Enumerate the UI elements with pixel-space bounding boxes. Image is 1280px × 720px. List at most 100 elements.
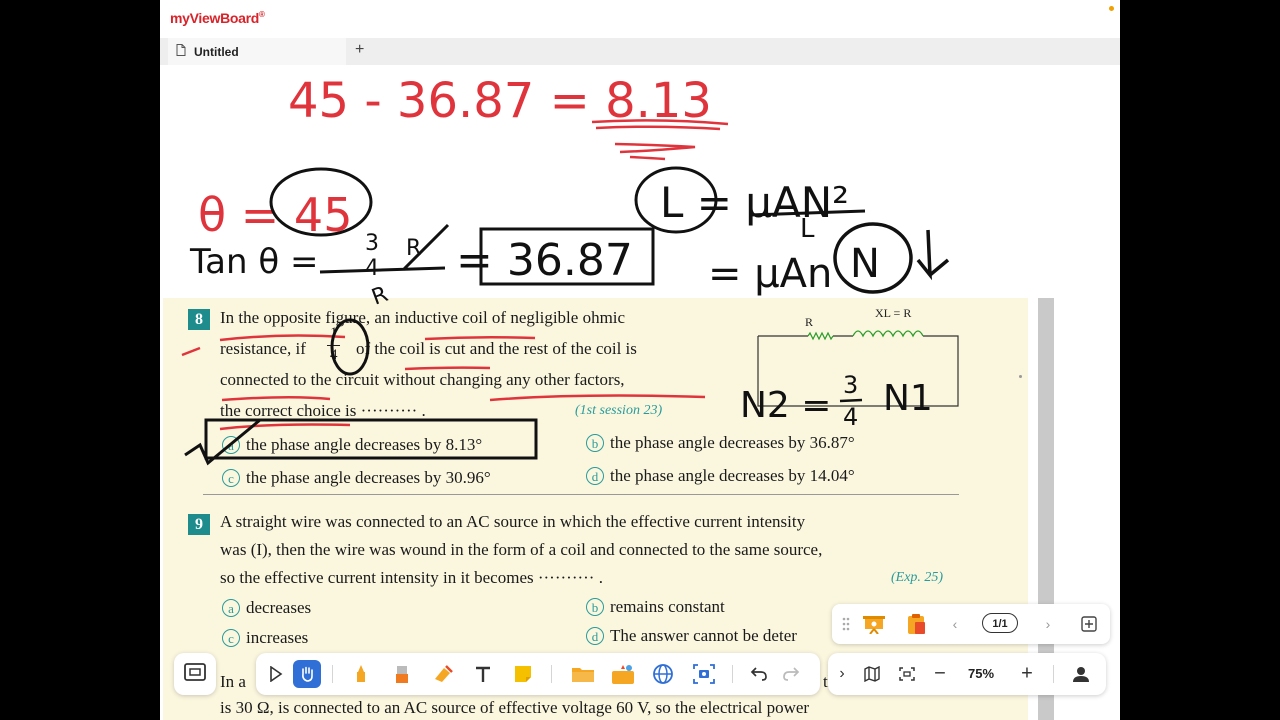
zoom-out-button[interactable]: − bbox=[934, 663, 946, 686]
pan-hand-icon[interactable] bbox=[293, 660, 321, 688]
toolbar-divider bbox=[551, 665, 552, 683]
ink-circle-n bbox=[833, 222, 913, 294]
ink-n: N bbox=[850, 241, 880, 287]
title-bar: myViewBoard® bbox=[160, 0, 1120, 38]
app-logo: myViewBoard® bbox=[170, 10, 265, 26]
sticky-note-icon[interactable] bbox=[513, 664, 533, 684]
tab-untitled[interactable]: Untitled bbox=[168, 38, 346, 65]
q9-option-d[interactable]: d The answer cannot be deter bbox=[586, 626, 797, 646]
inductor-label: XL = R bbox=[875, 306, 912, 320]
option-letter: b bbox=[586, 434, 604, 452]
ink-tan: Tan θ = bbox=[189, 242, 318, 282]
arrow-down-icon bbox=[916, 229, 950, 281]
tab-label: Untitled bbox=[194, 44, 239, 59]
ink-result: = 36.87 bbox=[456, 235, 633, 286]
q9-line-3: so the effective current intensity in it… bbox=[220, 568, 603, 587]
q9-line-1: A straight wire was connected to an AC s… bbox=[220, 512, 806, 531]
media-library-icon[interactable] bbox=[611, 663, 635, 685]
option-letter: c bbox=[222, 629, 240, 647]
toolbar-divider bbox=[332, 665, 333, 683]
q8-fraction-num: 1 bbox=[330, 325, 338, 341]
map-icon[interactable] bbox=[864, 666, 880, 682]
tab-bar: Untitled + bbox=[160, 38, 1120, 65]
option-text: the phase angle decreases by 30.96° bbox=[246, 468, 491, 487]
zoom-level[interactable]: 75% bbox=[968, 666, 994, 681]
option-text: the phase angle decreases by 8.13° bbox=[246, 435, 483, 454]
ink-mu-an: = μAn bbox=[708, 251, 832, 297]
q9-option-b[interactable]: b remains constant bbox=[586, 597, 725, 617]
screenshot-icon[interactable] bbox=[693, 664, 715, 684]
ink-circle-l bbox=[634, 166, 718, 234]
undo-icon[interactable] bbox=[750, 666, 768, 682]
fit-screen-icon[interactable] bbox=[899, 667, 915, 681]
main-toolbar bbox=[256, 653, 820, 695]
new-tab-button[interactable]: + bbox=[355, 41, 364, 59]
q9-option-a[interactable]: a decreases bbox=[222, 598, 311, 618]
page-indicator[interactable]: 1/1 bbox=[982, 613, 1018, 633]
option-text: increases bbox=[246, 628, 309, 647]
q10-line-2: is 30 Ω, is connected to an AC source of… bbox=[220, 698, 810, 717]
option-text: the phase angle decreases by 36.87° bbox=[610, 433, 855, 452]
q8-fraction-den: 4 bbox=[330, 347, 338, 363]
ink-tan-r: R bbox=[406, 236, 421, 261]
ink-inductance-den: L bbox=[800, 214, 815, 244]
folder-icon[interactable] bbox=[571, 665, 595, 683]
notification-dot bbox=[1109, 6, 1114, 11]
ink-tan-den: 4 bbox=[365, 256, 379, 281]
option-letter: c bbox=[222, 469, 240, 487]
ink-underline bbox=[591, 119, 729, 161]
web-browser-icon[interactable] bbox=[652, 663, 674, 685]
q10-line-1-start: In a bbox=[220, 672, 246, 691]
q8-option-b[interactable]: b the phase angle decreases by 36.87° bbox=[586, 433, 855, 453]
option-text: the phase angle decreases by 14.04° bbox=[610, 466, 855, 485]
zoom-toolbar: › − 75% + bbox=[828, 653, 1106, 695]
clipboard-icon[interactable] bbox=[906, 613, 926, 635]
ink-result-box bbox=[479, 227, 655, 286]
add-page-icon[interactable] bbox=[1081, 616, 1097, 632]
previous-page-icon[interactable]: ‹ bbox=[953, 616, 958, 632]
option-text: remains constant bbox=[610, 597, 725, 616]
option-letter: d bbox=[586, 467, 604, 485]
fraction-bar bbox=[327, 345, 340, 346]
zoom-in-button[interactable]: + bbox=[1021, 663, 1033, 686]
highlighter-icon[interactable] bbox=[394, 664, 410, 684]
q8-line-3: connected to the circuit without changin… bbox=[220, 370, 625, 389]
q9-option-c[interactable]: c increases bbox=[222, 628, 308, 648]
q8-option-a[interactable]: a the phase angle decreases by 8.13° bbox=[222, 435, 482, 455]
ink-inductance: L = μAN² bbox=[660, 178, 849, 227]
next-page-icon[interactable]: › bbox=[1046, 616, 1051, 632]
toolbar-divider bbox=[1053, 665, 1054, 683]
eraser-icon[interactable] bbox=[432, 664, 454, 684]
q8-source: (1st session 23) bbox=[575, 403, 663, 418]
option-text: The answer cannot be deter bbox=[610, 626, 797, 645]
option-letter: d bbox=[586, 627, 604, 645]
ink-circle-45 bbox=[269, 167, 373, 237]
question-8-number: 8 bbox=[188, 309, 210, 330]
text-tool-icon[interactable] bbox=[474, 665, 492, 683]
expand-chevron-icon[interactable]: › bbox=[839, 665, 844, 683]
question-divider bbox=[203, 494, 959, 495]
document-icon bbox=[176, 44, 188, 59]
screen-capture-button[interactable] bbox=[174, 653, 216, 695]
option-letter: a bbox=[222, 599, 240, 617]
presentation-icon[interactable] bbox=[863, 614, 885, 634]
user-avatar-icon[interactable] bbox=[1072, 665, 1090, 683]
ink-top-equation: 45 - 36.87 = 8.13 bbox=[288, 73, 712, 129]
option-letter: b bbox=[586, 598, 604, 616]
ink-tan-num: 3 bbox=[365, 231, 379, 256]
circuit-diagram bbox=[757, 330, 959, 407]
toolbar-divider bbox=[732, 665, 733, 683]
q8-line-2b: of the coil is cut and the rest of the c… bbox=[356, 339, 637, 358]
redo-icon[interactable] bbox=[782, 666, 800, 682]
ink-theta: θ = 45 bbox=[198, 188, 352, 242]
ink-fraction-line bbox=[319, 223, 450, 274]
resistor-label: R bbox=[805, 315, 814, 329]
q8-option-d[interactable]: d the phase angle decreases by 14.04° bbox=[586, 466, 855, 486]
pen-icon[interactable] bbox=[354, 664, 368, 684]
q8-line-4: the correct choice is ·········· . bbox=[220, 401, 426, 420]
q8-option-c[interactable]: c the phase angle decreases by 30.96° bbox=[222, 468, 491, 488]
q9-line-2: was (I), then the wire was wound in the … bbox=[220, 540, 823, 559]
select-arrow-icon[interactable] bbox=[269, 666, 283, 682]
option-letter: a bbox=[222, 436, 240, 454]
drag-handle-icon[interactable] bbox=[842, 617, 850, 631]
